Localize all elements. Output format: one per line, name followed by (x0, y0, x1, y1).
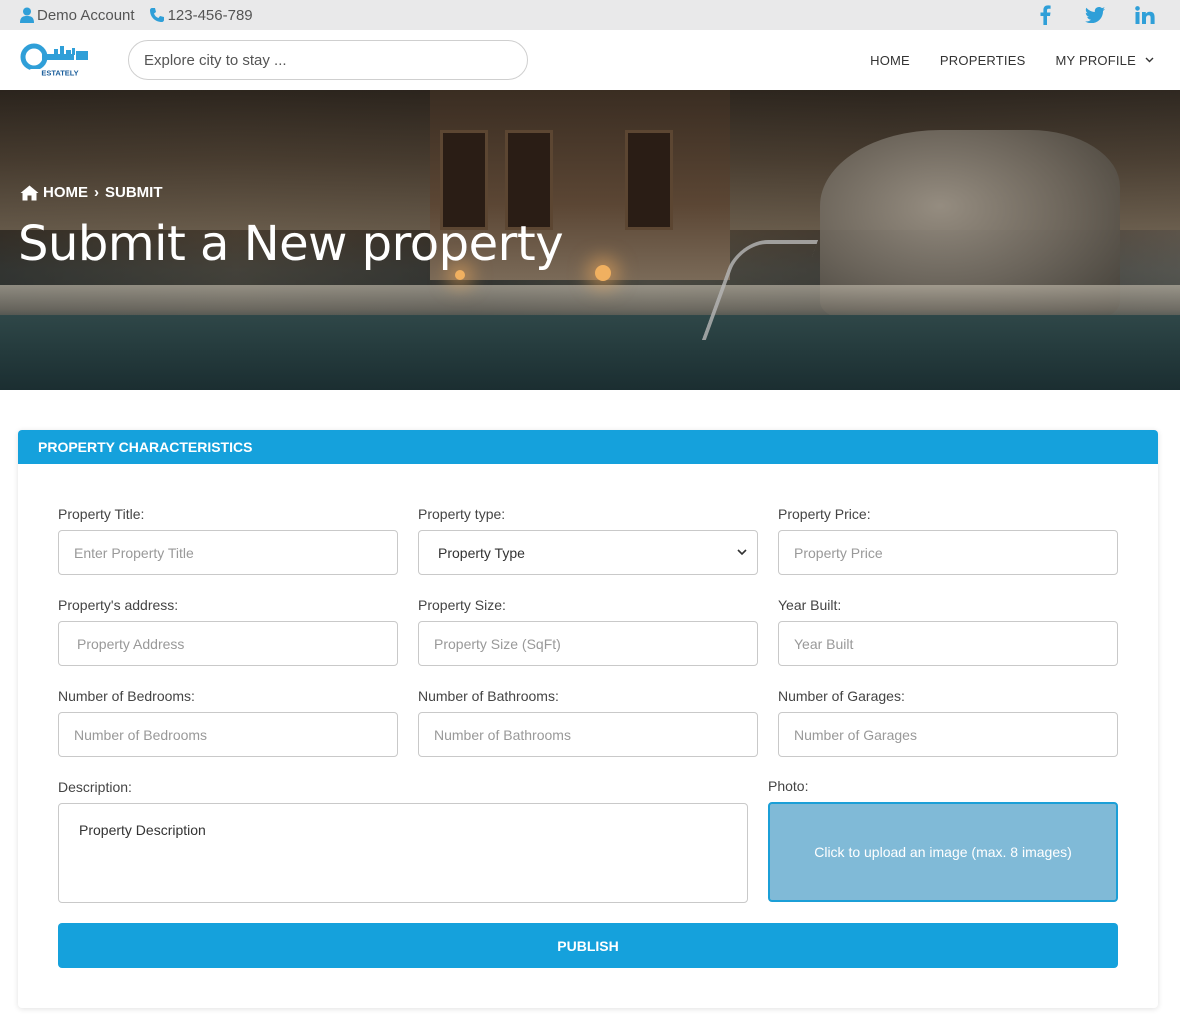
bathrooms-label: Number of Bathrooms: (418, 688, 559, 704)
bathrooms-field: Number of Bathrooms: (418, 688, 758, 757)
property-type-select[interactable]: Property Type (418, 530, 758, 575)
property-title-field: Property Title: (58, 506, 398, 575)
hero-banner: HOME › SUBMIT Submit a New property (0, 90, 1180, 390)
property-title-input[interactable] (58, 530, 398, 575)
bathrooms-input[interactable] (418, 712, 758, 757)
facebook-icon[interactable] (1034, 4, 1056, 26)
breadcrumb-current: SUBMIT (105, 184, 163, 201)
hero-window (505, 130, 553, 230)
nav-home[interactable]: HOME (870, 53, 910, 68)
hero-pool-water (0, 315, 1180, 390)
nav-my-profile[interactable]: MY PROFILE (1055, 53, 1154, 68)
section-header: PROPERTY CHARACTERISTICS (18, 430, 1158, 464)
garages-input[interactable] (778, 712, 1118, 757)
chevron-down-icon (737, 549, 747, 556)
garages-label: Number of Garages: (778, 688, 905, 704)
phone-link[interactable]: 123-456-789 (149, 7, 253, 24)
property-address-label: Property's address: (58, 597, 179, 613)
phone-icon (149, 8, 164, 22)
property-title-label: Property Title: (58, 506, 145, 522)
photo-field: Photo: Click to upload an image (max. 8 … (768, 778, 1118, 902)
description-label: Description: (58, 779, 132, 795)
chevron-down-icon (1145, 57, 1154, 63)
social-links (1006, 0, 1156, 30)
property-type-field: Property type: Property Type (418, 506, 758, 575)
main-header: ESTATELY HOME PROPERTIES MY PROFILE (0, 30, 1180, 90)
photo-upload-text: Click to upload an image (max. 8 images) (814, 844, 1072, 860)
property-size-label: Property Size: (418, 597, 506, 613)
breadcrumb-separator-icon: › (94, 184, 99, 201)
description-textarea[interactable] (58, 803, 748, 903)
property-form-card: PROPERTY CHARACTERISTICS Property Title:… (18, 430, 1158, 1008)
property-type-label: Property type: (418, 506, 506, 522)
property-address-input[interactable] (58, 621, 398, 666)
property-price-label: Property Price: (778, 506, 871, 522)
linkedin-icon[interactable] (1134, 4, 1156, 26)
publish-button[interactable]: PUBLISH (58, 923, 1118, 968)
hero-window (625, 130, 673, 230)
hero-pool-light (595, 265, 611, 281)
photo-label: Photo: (768, 778, 809, 794)
photo-upload-dropzone[interactable]: Click to upload an image (max. 8 images) (768, 802, 1118, 902)
home-icon (20, 185, 39, 200)
breadcrumb: HOME › SUBMIT (20, 184, 163, 201)
description-field: Description: (58, 779, 748, 908)
breadcrumb-home[interactable]: HOME (43, 184, 88, 201)
bedrooms-input[interactable] (58, 712, 398, 757)
hero-window (440, 130, 488, 230)
phone-number: 123-456-789 (167, 6, 253, 24)
garages-field: Number of Garages: (778, 688, 1118, 757)
nav-properties[interactable]: PROPERTIES (940, 53, 1026, 68)
year-built-label: Year Built: (778, 597, 842, 613)
property-address-field: Property's address: (58, 597, 398, 666)
property-price-field: Property Price: (778, 506, 1118, 575)
logo-text: ESTATELY (41, 69, 78, 78)
top-bar: Demo Account 123-456-789 (0, 0, 1180, 30)
bedrooms-label: Number of Bedrooms: (58, 688, 195, 704)
demo-account-link[interactable]: Demo Account (20, 7, 135, 24)
year-built-input[interactable] (778, 621, 1118, 666)
main-nav: HOME PROPERTIES MY PROFILE (840, 30, 1154, 90)
nav-my-profile-label: MY PROFILE (1055, 52, 1136, 68)
page-title: Submit a New property (18, 216, 564, 272)
property-price-input[interactable] (778, 530, 1118, 575)
city-search-input[interactable] (128, 40, 528, 80)
twitter-icon[interactable] (1084, 4, 1106, 26)
bedrooms-field: Number of Bedrooms: (58, 688, 398, 757)
user-icon (20, 7, 34, 23)
estately-logo[interactable]: ESTATELY (20, 43, 96, 78)
year-built-field: Year Built: (778, 597, 1118, 666)
property-size-field: Property Size: (418, 597, 758, 666)
property-type-selected: Property Type (438, 544, 525, 561)
property-size-input[interactable] (418, 621, 758, 666)
demo-account-label: Demo Account (37, 6, 135, 24)
